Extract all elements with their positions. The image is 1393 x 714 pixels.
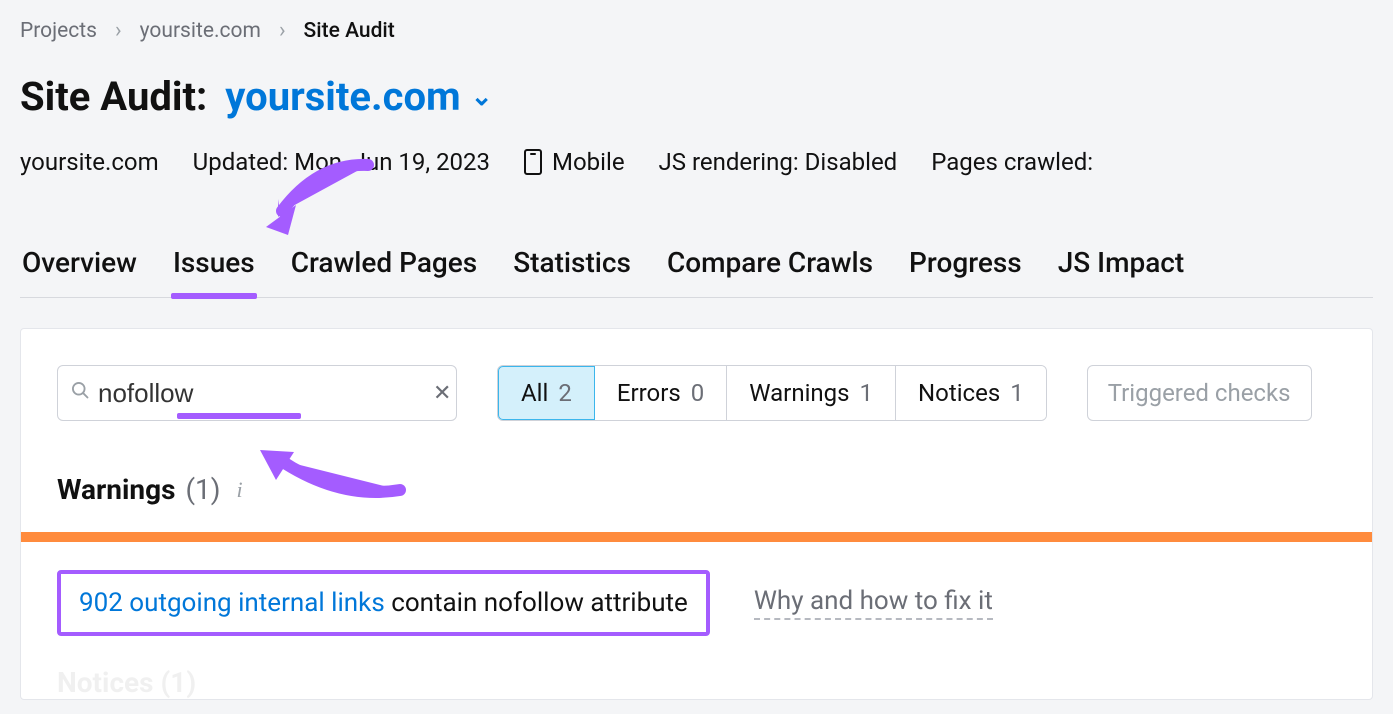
domain-selector[interactable]: yoursite.com ⌄ [225,73,492,120]
meta-js-rendering: JS rendering: Disabled [659,148,898,176]
triggered-checks-label: Triggered checks [1108,379,1291,407]
seg-warnings-count: 1 [860,379,874,407]
mobile-icon [524,149,542,175]
meta-device: Mobile [524,148,625,176]
warnings-heading-label: Warnings [57,473,175,506]
issue-row: 902 outgoing internal links contain nofo… [57,542,1336,666]
breadcrumb-projects[interactable]: Projects [20,19,97,43]
seg-errors-count: 0 [691,379,705,407]
tab-compare-crawls[interactable]: Compare Crawls [665,246,875,297]
tab-overview[interactable]: Overview [20,246,139,297]
breadcrumb: Projects › yoursite.com › Site Audit [20,18,1373,43]
meta-updated: Updated: Mon, Jun 19, 2023 [193,148,490,176]
search-icon [70,380,90,406]
clear-icon[interactable]: ✕ [433,381,451,406]
warnings-severity-bar [21,532,1372,542]
issue-link[interactable]: 902 outgoing internal links [79,588,385,618]
tabs: Overview Issues Crawled Pages Statistics… [20,246,1373,298]
info-icon[interactable]: i [237,477,243,503]
seg-warnings[interactable]: Warnings 1 [727,366,896,420]
seg-notices[interactable]: Notices 1 [896,366,1046,420]
warnings-heading: Warnings (1) i [57,473,1336,506]
meta-device-label: Mobile [552,148,625,176]
seg-warnings-label: Warnings [749,379,849,407]
why-how-to-fix-link[interactable]: Why and how to fix it [754,586,993,620]
issues-card: ✕ All 2 Errors 0 Warnings 1 Notice [20,328,1373,700]
seg-all-label: All [521,379,548,407]
tab-issues[interactable]: Issues [171,246,257,297]
issue-description: contain nofollow attribute [385,588,688,618]
seg-all-count: 2 [558,379,572,407]
search-input[interactable] [98,378,433,409]
seg-errors[interactable]: Errors 0 [595,366,727,420]
tab-js-impact[interactable]: JS Impact [1056,246,1187,297]
seg-notices-count: 1 [1010,379,1024,407]
warnings-heading-count: (1) [185,473,220,506]
chevron-right-icon: › [115,18,122,43]
chevron-down-icon: ⌄ [471,82,493,112]
meta-row: yoursite.com Updated: Mon, Jun 19, 2023 … [20,148,1373,176]
annotation-highlight-box: 902 outgoing internal links contain nofo… [57,570,710,636]
filter-row: ✕ All 2 Errors 0 Warnings 1 Notice [57,365,1336,421]
notices-heading: Notices (1) [57,666,1336,699]
chevron-right-icon: › [279,18,286,43]
seg-errors-label: Errors [617,379,681,407]
triggered-checks-dropdown[interactable]: Triggered checks [1087,365,1312,421]
domain-selector-label: yoursite.com [225,73,460,120]
meta-pages-crawled: Pages crawled: [931,148,1093,176]
tab-progress[interactable]: Progress [907,246,1024,297]
breadcrumb-domain[interactable]: yoursite.com [140,19,261,43]
page-title: Site Audit: [20,73,207,120]
issue-type-segmented: All 2 Errors 0 Warnings 1 Notices 1 [497,365,1047,421]
page-title-row: Site Audit: yoursite.com ⌄ [20,73,1373,120]
tab-crawled-pages[interactable]: Crawled Pages [289,246,480,297]
seg-notices-label: Notices [918,379,1000,407]
seg-all[interactable]: All 2 [497,365,596,421]
meta-domain: yoursite.com [20,148,159,176]
search-box[interactable]: ✕ [57,365,457,421]
tab-statistics[interactable]: Statistics [511,246,633,297]
breadcrumb-current: Site Audit [304,19,395,43]
